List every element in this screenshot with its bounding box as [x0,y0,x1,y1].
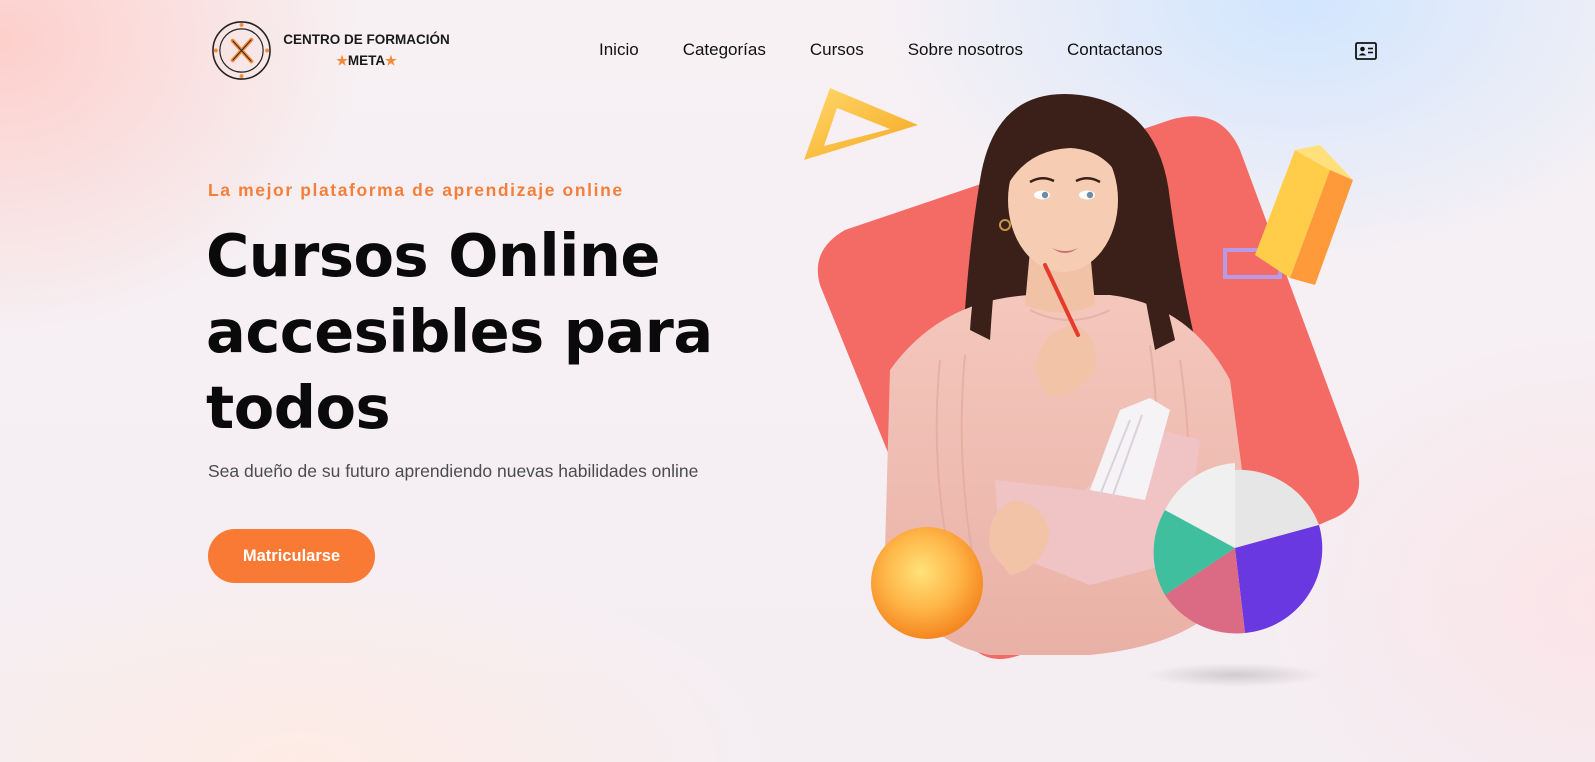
hero-headline: Cursos Online accesibles para todos [206,218,766,446]
main-nav: Inicio Categorías Cursos Sobre nosotros … [599,40,1206,60]
nav-item-inicio[interactable]: Inicio [599,40,639,60]
logo[interactable]: CENTRO DE FORMACIÓN ★META★ [211,20,451,82]
sphere-shape [871,527,983,639]
logo-line-2: ★META★ [279,50,454,71]
nav-item-sobre-nosotros[interactable]: Sobre nosotros [908,40,1023,60]
block-shape [1255,145,1353,285]
logo-brand: META [347,53,386,68]
logo-text: CENTRO DE FORMACIÓN ★META★ [279,29,454,71]
nav-item-cursos[interactable]: Cursos [810,40,864,60]
star-icon: ★ [336,53,348,68]
nav-item-contactanos[interactable]: Contactanos [1067,40,1162,60]
logo-badge-icon [212,21,271,80]
headline-line: accesibles para [206,297,713,366]
triangle-shape [804,88,918,160]
star-icon: ★ [385,53,397,68]
hero-subtitle: Sea dueño de su futuro aprendiendo nueva… [208,461,699,481]
hero-illustration [804,88,1360,687]
headline-line: Cursos Online [206,221,660,290]
enroll-button[interactable]: Matricularse [208,529,375,583]
headline-line: todos [206,373,391,442]
logo-line-1: CENTRO DE FORMACIÓN [283,32,450,47]
contact-card-icon[interactable] [1355,42,1377,60]
hero-eyebrow: La mejor plataforma de aprendizaje onlin… [208,180,624,200]
nav-item-categorias[interactable]: Categorías [683,40,766,60]
